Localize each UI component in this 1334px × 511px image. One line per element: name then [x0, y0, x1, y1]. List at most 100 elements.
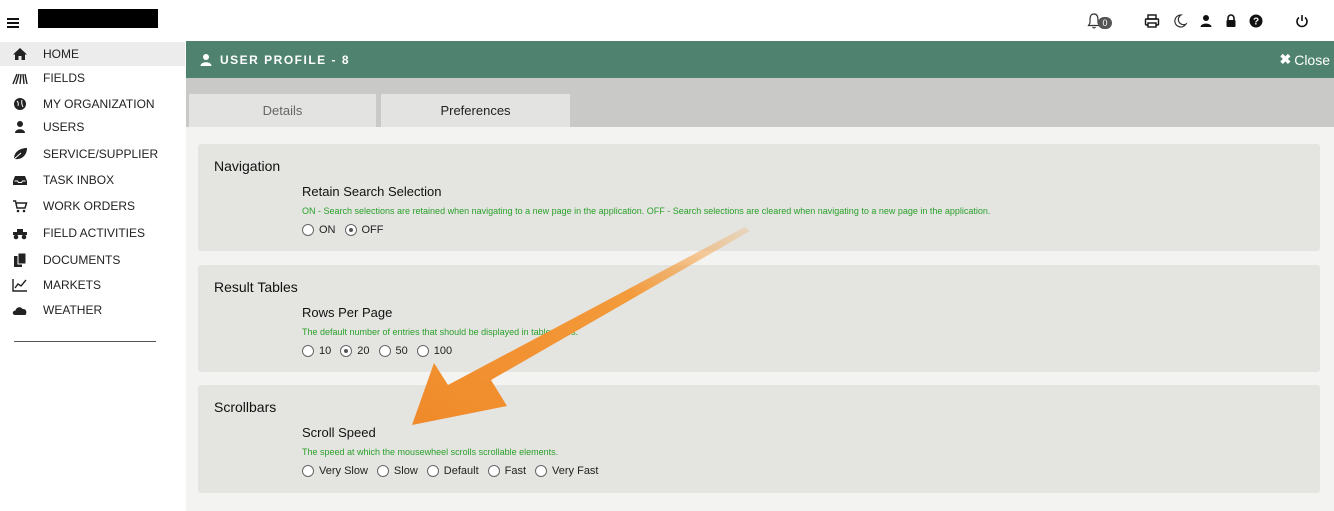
sidebar-item-documents[interactable]: DOCUMENTS	[0, 248, 185, 272]
sidebar-item-label: WEATHER	[43, 303, 103, 317]
cloud-icon	[12, 303, 28, 317]
sidebar-item-service-supplier[interactable]: SERVICE/SUPPLIER	[0, 142, 185, 166]
sidebar-item-label: USERS	[43, 120, 85, 134]
svg-text:?: ?	[1253, 17, 1259, 28]
radio-option-slow[interactable]: Slow	[376, 465, 418, 477]
radio-label: ON	[319, 224, 336, 236]
power-icon[interactable]	[1294, 13, 1312, 29]
tab-details[interactable]: Details	[189, 94, 376, 127]
radio-label: OFF	[361, 224, 384, 236]
radio-label: 50	[395, 345, 408, 357]
preferences-content: Navigation Retain Search Selection ON - …	[186, 127, 1334, 511]
radio-button[interactable]	[487, 465, 500, 477]
home-icon	[12, 47, 28, 61]
radio-option-10[interactable]: 10	[302, 345, 331, 357]
section-title: Result Tables	[214, 279, 298, 295]
navigation-section: Navigation Retain Search Selection ON - …	[198, 144, 1320, 251]
radio-button[interactable]	[378, 345, 391, 357]
radio-label: Fast	[504, 465, 527, 477]
sidebar-divider	[14, 341, 156, 342]
notification-bell-icon[interactable]: 0	[1087, 12, 1113, 32]
sidebar-item-label: HOME	[43, 47, 79, 61]
scrollbars-section: Scrollbars Scroll Speed The speed at whi…	[198, 385, 1320, 493]
close-button[interactable]: ✖ Close	[1279, 51, 1330, 68]
radio-button[interactable]	[416, 345, 429, 357]
sidebar-item-label: WORK ORDERS	[43, 199, 136, 213]
radio-label: 10	[319, 345, 332, 357]
section-title: Navigation	[214, 158, 281, 174]
radio-option-very-fast[interactable]: Very Fast	[535, 465, 599, 477]
help-icon[interactable]: ?	[1248, 13, 1266, 29]
lock-icon[interactable]	[1223, 13, 1241, 29]
setting-title: Rows Per Page	[302, 305, 393, 320]
inbox-icon	[12, 173, 28, 187]
setting-description: The speed at which the mousewheel scroll…	[302, 447, 559, 457]
tractor-icon	[12, 226, 28, 240]
sidebar-item-users[interactable]: USERS	[0, 115, 185, 139]
radio-label: 20	[357, 345, 370, 357]
radio-button[interactable]	[376, 465, 389, 477]
sidebar-item-field-activities[interactable]: FIELD ACTIVITIES	[0, 221, 185, 245]
radio-option-default[interactable]: Default	[426, 465, 479, 477]
sidebar-item-label: SERVICE/SUPPLIER	[43, 147, 159, 161]
sidebar-item-label: FIELD ACTIVITIES	[43, 226, 146, 240]
tab-preferences[interactable]: Preferences	[381, 94, 570, 127]
radio-button-selected[interactable]	[340, 345, 353, 357]
section-title: Scrollbars	[214, 399, 277, 415]
radio-label: Very Fast	[552, 465, 599, 477]
radio-label: Very Slow	[319, 465, 368, 477]
sidebar-item-weather[interactable]: WEATHER	[0, 298, 185, 322]
user-icon[interactable]	[1198, 13, 1216, 29]
sidebar-item-label: FIELDS	[43, 71, 86, 85]
leaf-icon	[12, 147, 28, 161]
radio-option-20[interactable]: 20	[340, 345, 370, 357]
setting-description: ON - Search selections are retained when…	[302, 206, 991, 216]
sidebar-item-my-organization[interactable]: MY ORGANIZATION	[0, 92, 185, 116]
moon-icon[interactable]	[1172, 13, 1190, 29]
scroll-speed-radio-group: Very Slow Slow Default Fast Very Fast	[302, 465, 608, 477]
radio-button[interactable]	[426, 465, 439, 477]
radio-option-50[interactable]: 50	[378, 345, 408, 357]
sidebar-item-task-inbox[interactable]: TASK INBOX	[0, 168, 185, 192]
setting-title: Scroll Speed	[302, 425, 376, 440]
panel-title: USER PROFILE - 8	[220, 53, 351, 67]
sidebar-item-markets[interactable]: MARKETS	[0, 273, 185, 297]
top-bar: 0 ?	[0, 0, 1334, 40]
radio-option-on[interactable]: ON	[302, 224, 336, 236]
radio-option-fast[interactable]: Fast	[487, 465, 527, 477]
panel-header: USER PROFILE - 8 ✖ Close	[186, 41, 1334, 78]
user-icon	[199, 53, 213, 67]
chart-line-icon	[12, 278, 28, 292]
sidebar: HOME FIELDS MY ORGANIZATION USERS SERVIC…	[0, 40, 185, 511]
sidebar-item-label: MY ORGANIZATION	[43, 97, 155, 111]
fields-icon	[12, 71, 28, 85]
user-profile-panel: USER PROFILE - 8 ✖ Close Details Prefere…	[186, 41, 1334, 511]
sidebar-item-fields[interactable]: FIELDS	[0, 66, 185, 90]
print-icon[interactable]	[1144, 13, 1162, 29]
tab-bar: Details Preferences	[186, 78, 1334, 127]
radio-label: Default	[443, 465, 479, 477]
radio-option-off[interactable]: OFF	[344, 224, 384, 236]
radio-button[interactable]	[302, 224, 314, 236]
sidebar-item-work-orders[interactable]: WORK ORDERS	[0, 194, 185, 218]
radio-label: 100	[433, 345, 453, 357]
cart-icon	[12, 199, 28, 213]
radio-option-very-slow[interactable]: Very Slow	[302, 465, 368, 477]
sidebar-item-home[interactable]: HOME	[0, 42, 185, 66]
radio-button-selected[interactable]	[344, 224, 357, 236]
radio-option-100[interactable]: 100	[416, 345, 453, 357]
radio-label: Slow	[393, 465, 418, 477]
documents-icon	[12, 253, 28, 267]
rows-per-page-radio-group: 10 20 50 100	[302, 345, 461, 357]
user-icon	[12, 120, 28, 134]
radio-button[interactable]	[302, 345, 314, 357]
radio-button[interactable]	[302, 465, 314, 477]
sidebar-item-label: DOCUMENTS	[43, 253, 121, 267]
redacted-logo	[38, 9, 158, 28]
radio-button[interactable]	[535, 465, 548, 477]
notification-count-badge: 0	[1098, 17, 1112, 29]
sidebar-item-label: TASK INBOX	[43, 173, 115, 187]
globe-icon	[12, 97, 28, 111]
hamburger-menu-icon[interactable]	[7, 18, 19, 30]
close-icon: ✖	[1279, 51, 1292, 67]
